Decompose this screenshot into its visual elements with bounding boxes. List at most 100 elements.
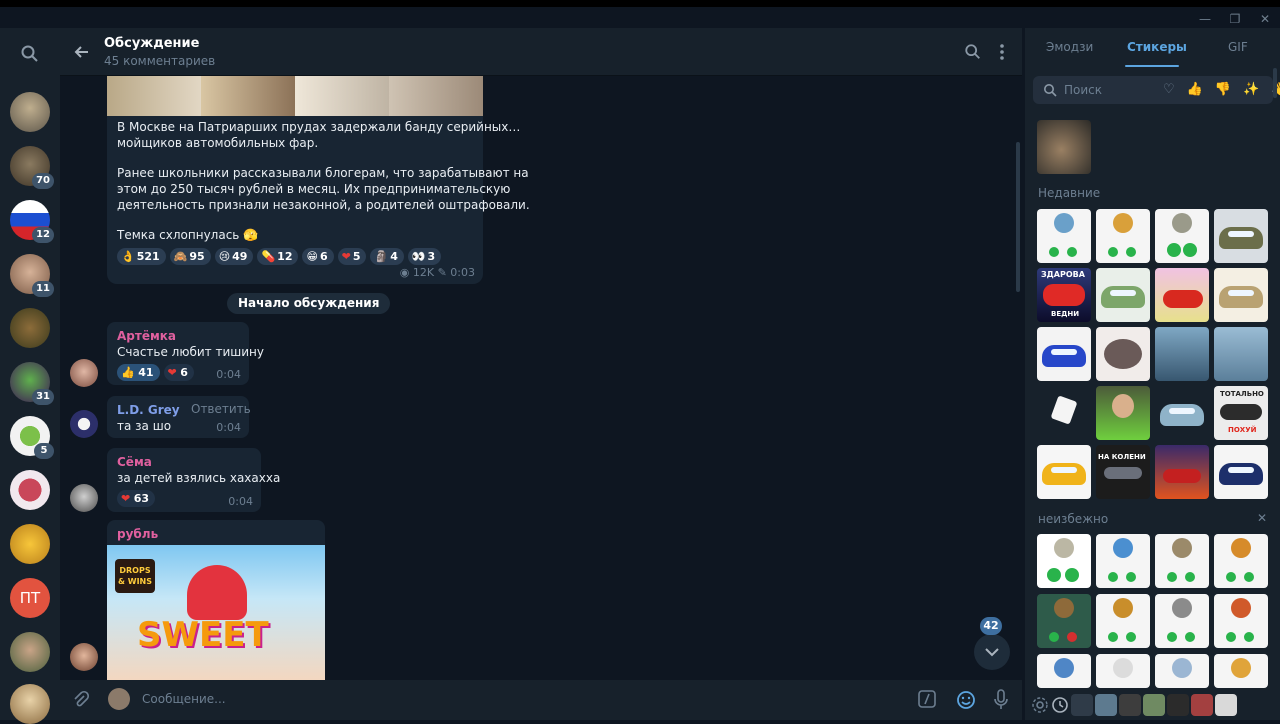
sticker[interactable]: [1155, 594, 1209, 648]
comment-bubble[interactable]: Сёма за детей взялись хахахха ❤ 63 0:04: [107, 448, 280, 512]
command-icon[interactable]: [918, 690, 936, 708]
avatar[interactable]: [70, 410, 98, 438]
sticker-set-icon[interactable]: [1215, 694, 1237, 716]
sticker-set-icon[interactable]: [1191, 694, 1213, 716]
sticker[interactable]: [1214, 209, 1268, 263]
sticker[interactable]: [1037, 209, 1091, 263]
sticker[interactable]: [1096, 268, 1150, 322]
sticker[interactable]: [1214, 327, 1268, 381]
sticker[interactable]: [1037, 386, 1091, 440]
chat-avatar[interactable]: [10, 632, 50, 672]
send-as-avatar[interactable]: [108, 688, 130, 710]
sticker-set-icon[interactable]: [1071, 694, 1093, 716]
chat-avatar[interactable]: 31: [10, 362, 54, 405]
reaction-chip[interactable]: ❤ 5: [337, 248, 367, 265]
sticker[interactable]: НА КОЛЕНИ: [1096, 445, 1150, 499]
maximize-button[interactable]: ❐: [1220, 10, 1250, 28]
reply-button[interactable]: Ответить: [191, 402, 251, 416]
sticker-set-icon[interactable]: [1095, 694, 1117, 716]
chat-avatar[interactable]: [10, 684, 50, 724]
reaction-chip[interactable]: 😁 6: [302, 248, 334, 265]
sticker[interactable]: [1037, 654, 1091, 688]
avatar[interactable]: [70, 643, 98, 671]
message-list[interactable]: В Москве на Патриарших прудах задержали …: [60, 76, 1022, 680]
reaction-chip[interactable]: 🗿 4: [370, 248, 404, 265]
settings-icon[interactable]: [1031, 696, 1049, 714]
sticker[interactable]: ЗДАРОВА ВЕДНИ: [1037, 268, 1091, 322]
heart-icon[interactable]: ♡: [1163, 82, 1175, 97]
avatar[interactable]: [70, 359, 98, 387]
close-button[interactable]: ✕: [1250, 10, 1280, 28]
message-input[interactable]: Сообщение...: [142, 692, 226, 706]
reaction-chip[interactable]: 💊 12: [257, 248, 299, 265]
sticker[interactable]: [1155, 268, 1209, 322]
sticker[interactable]: ТОТАЛЬНО ПОХУЙ: [1214, 386, 1268, 440]
thumbs-down-icon[interactable]: 👎: [1215, 82, 1231, 97]
sticker[interactable]: [1214, 445, 1268, 499]
chat-avatar[interactable]: [10, 524, 50, 564]
sticker[interactable]: [1214, 534, 1268, 588]
sticker-set-icon[interactable]: [1167, 694, 1189, 716]
sparkle-icon[interactable]: ✨: [1243, 82, 1259, 97]
sticker[interactable]: [1037, 445, 1091, 499]
tab-emoji[interactable]: Эмодзи: [1046, 40, 1093, 54]
reaction-chip[interactable]: 👀 3: [407, 248, 442, 265]
sticker[interactable]: [1037, 534, 1091, 588]
chat-avatar[interactable]: 70: [10, 146, 54, 189]
sticker[interactable]: [1155, 209, 1209, 263]
sticker[interactable]: [1096, 209, 1150, 263]
comment-bubble[interactable]: Артёмка Счастье любит тишину 👍 41 ❤ 6 0:…: [107, 322, 264, 385]
paperclip-icon[interactable]: [70, 690, 90, 710]
tab-gif[interactable]: GIF: [1228, 40, 1248, 54]
recent-clock-icon[interactable]: [1051, 696, 1069, 714]
sticker[interactable]: [1037, 594, 1091, 648]
reaction-chip[interactable]: 😢 49: [214, 248, 254, 265]
sticker[interactable]: [1214, 594, 1268, 648]
reaction-chip[interactable]: ❤ 63: [117, 490, 156, 507]
sticker[interactable]: [1096, 654, 1150, 688]
sticker[interactable]: [1155, 386, 1209, 440]
chat-avatar[interactable]: [10, 470, 50, 510]
sticker[interactable]: [1155, 534, 1209, 588]
sticker[interactable]: [1155, 654, 1209, 688]
sticker[interactable]: [1214, 268, 1268, 322]
sticker[interactable]: [1096, 594, 1150, 648]
reaction-chip[interactable]: ❤ 6: [163, 364, 194, 381]
tab-stickers[interactable]: Стикеры: [1127, 40, 1187, 54]
sticker[interactable]: [1037, 327, 1091, 381]
scrollbar[interactable]: [1273, 68, 1277, 98]
thumbs-up-icon[interactable]: 👍: [1187, 82, 1203, 97]
reaction-chip[interactable]: 👍 41: [117, 364, 160, 381]
chat-avatar[interactable]: ПТ: [10, 578, 50, 618]
sticker[interactable]: [1155, 445, 1209, 499]
chat-avatar[interactable]: [10, 92, 50, 132]
comment-author[interactable]: Артёмка: [117, 328, 239, 344]
reaction-chip[interactable]: 👌 521: [117, 248, 166, 265]
search-icon[interactable]: [20, 44, 40, 64]
sticker-search[interactable]: Поиск ♡ 👍 👎 ✨ 👋: [1033, 76, 1280, 104]
sticker-search-input[interactable]: Поиск: [1064, 83, 1102, 97]
sticker-set-icon[interactable]: [1143, 694, 1165, 716]
comment-image[interactable]: DROPS & WINS SWEET: [107, 545, 325, 680]
scroll-down-button[interactable]: [974, 634, 1010, 670]
comment-author[interactable]: рубль: [117, 526, 315, 542]
sticker[interactable]: [1037, 120, 1091, 174]
sticker[interactable]: [1155, 327, 1209, 381]
sticker[interactable]: [1096, 386, 1150, 440]
sticker[interactable]: [1096, 534, 1150, 588]
microphone-icon[interactable]: [994, 689, 1008, 711]
chat-avatar[interactable]: 11: [10, 254, 54, 297]
more-vertical-icon[interactable]: [998, 42, 1006, 62]
arrow-left-icon[interactable]: [72, 42, 92, 62]
reaction-chip[interactable]: 🙈 95: [169, 248, 211, 265]
scrollbar[interactable]: [1016, 142, 1020, 292]
chat-avatar[interactable]: 5: [10, 416, 54, 459]
search-icon[interactable]: [964, 43, 982, 61]
avatar[interactable]: [70, 484, 98, 512]
comment-author[interactable]: Сёма: [117, 454, 251, 470]
minimize-button[interactable]: —: [1190, 10, 1220, 28]
close-icon[interactable]: ✕: [1257, 511, 1267, 525]
sticker[interactable]: [1096, 327, 1150, 381]
chat-avatar[interactable]: [10, 308, 50, 348]
emoji-icon[interactable]: [956, 690, 976, 710]
